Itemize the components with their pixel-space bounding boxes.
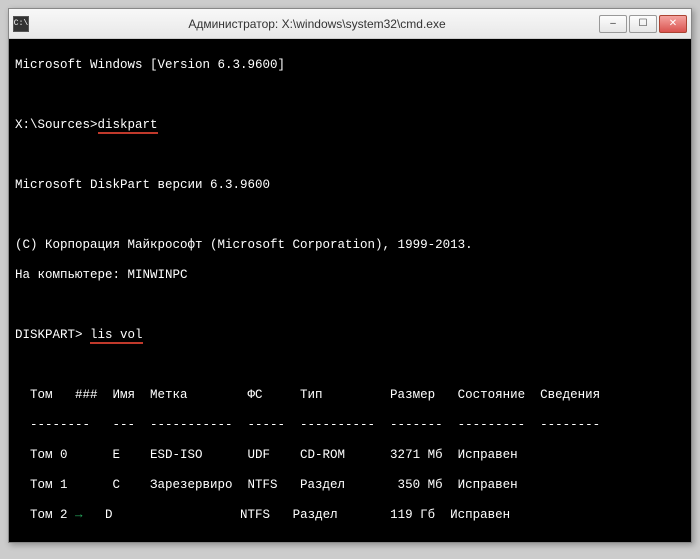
line <box>15 538 685 542</box>
console-output[interactable]: Microsoft Windows [Version 6.3.9600] X:\… <box>9 39 691 542</box>
minimize-button[interactable]: – <box>599 15 627 33</box>
line: DISKPART> lis vol <box>15 328 685 343</box>
prompt: DISKPART> <box>15 328 90 342</box>
line: Microsoft DiskPart версии 6.3.9600 <box>15 178 685 193</box>
line: На компьютере: MINWINPC <box>15 268 685 283</box>
table-row: Том 0 E ESD-ISO UDF CD-ROM 3271 Мб Испра… <box>15 448 685 463</box>
line: X:\Sources>diskpart <box>15 118 685 133</box>
line: (C) Корпорация Майкрософт (Microsoft Cor… <box>15 238 685 253</box>
table-header: Том ### Имя Метка ФС Тип Размер Состояни… <box>15 388 685 403</box>
arrow-icon: → <box>75 508 83 522</box>
cmd-window: C:\ Администратор: X:\windows\system32\c… <box>8 8 692 543</box>
line <box>15 358 685 373</box>
cmd-icon: C:\ <box>13 16 29 32</box>
prompt: X:\Sources> <box>15 118 98 132</box>
cmd-lisvol: lis vol <box>90 328 143 344</box>
table-row: Том 1 C Зарезервиро NTFS Раздел 350 Мб И… <box>15 478 685 493</box>
cell: D NTFS Раздел 119 Гб Исправен <box>83 508 511 522</box>
line <box>15 208 685 223</box>
window-title: Администратор: X:\windows\system32\cmd.e… <box>35 17 599 31</box>
line <box>15 148 685 163</box>
line <box>15 88 685 103</box>
titlebar[interactable]: C:\ Администратор: X:\windows\system32\c… <box>9 9 691 39</box>
cmd-diskpart: diskpart <box>98 118 158 134</box>
table-divider: -------- --- ----------- ----- ---------… <box>15 418 685 433</box>
window-buttons: – ☐ ✕ <box>599 15 687 33</box>
maximize-button[interactable]: ☐ <box>629 15 657 33</box>
close-button[interactable]: ✕ <box>659 15 687 33</box>
cell: Том 2 <box>15 508 75 522</box>
table-row: Том 2 → D NTFS Раздел 119 Гб Исправен <box>15 508 685 523</box>
line <box>15 298 685 313</box>
line: Microsoft Windows [Version 6.3.9600] <box>15 58 685 73</box>
